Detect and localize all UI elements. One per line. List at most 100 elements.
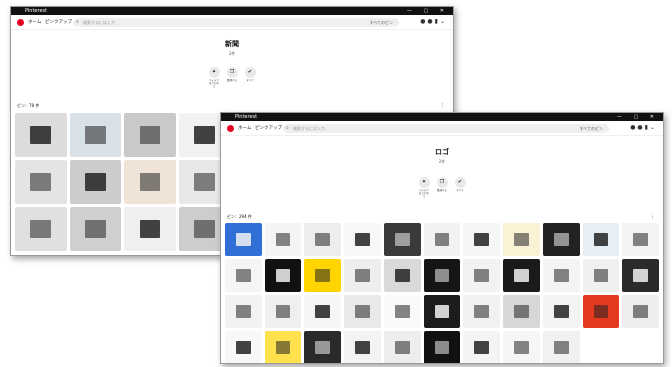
pin-tile[interactable]: [542, 295, 580, 328]
pin-tile[interactable]: [264, 223, 302, 256]
pin-tile[interactable]: [622, 295, 659, 328]
action-label: アイデアをさがそう: [418, 189, 429, 198]
pin-tile[interactable]: [344, 223, 381, 256]
pin-tile[interactable]: [503, 331, 540, 363]
pin-tile[interactable]: [582, 295, 620, 328]
pin-tile[interactable]: [225, 295, 262, 328]
pin-tile[interactable]: [463, 331, 501, 363]
pin-tile[interactable]: [304, 223, 342, 256]
pin-tile[interactable]: [304, 331, 342, 363]
filter-icon[interactable]: ⋮: [440, 103, 445, 109]
pinterest-logo-icon[interactable]: [17, 19, 24, 26]
pin-tile[interactable]: [463, 295, 501, 328]
pin-tile[interactable]: [225, 259, 262, 292]
pin-tile[interactable]: [503, 295, 540, 328]
action-all[interactable]: ✔ すべて: [244, 67, 256, 88]
pin-image-mark: [236, 304, 251, 319]
nav-icon-group[interactable]: ●●▮⌄: [630, 124, 657, 131]
pin-tile[interactable]: [15, 160, 67, 204]
window-controls[interactable]: — ▢ ✕: [407, 7, 449, 15]
board-title: ロゴ: [435, 148, 449, 156]
window-controls[interactable]: — ▢ ✕: [617, 113, 659, 121]
wand-icon: ✦: [208, 67, 220, 78]
pin-tile[interactable]: [463, 223, 501, 256]
pin-tile[interactable]: [124, 113, 176, 157]
layers-icon: ❐: [436, 177, 448, 188]
pin-tile[interactable]: [582, 259, 620, 292]
pin-image-mark: [593, 268, 609, 283]
pin-image-mark: [275, 304, 291, 319]
pin-tile[interactable]: [124, 207, 176, 251]
action-all[interactable]: ✔ すべて: [454, 177, 466, 198]
pin-image-mark: [355, 304, 370, 319]
pinterest-logo-icon[interactable]: [227, 125, 234, 132]
window-title: Pinterest: [235, 114, 258, 120]
pin-tile[interactable]: [264, 295, 302, 328]
filter-icon[interactable]: ⋮: [650, 214, 655, 220]
pin-tile[interactable]: [383, 259, 421, 292]
pin-tile[interactable]: [622, 223, 659, 256]
layers-icon: ❐: [226, 67, 238, 78]
action-label: すべて: [246, 79, 254, 82]
window-title: Pinterest: [25, 8, 48, 14]
pin-image-mark: [355, 340, 370, 355]
nav-icon-group[interactable]: ●●▮⌄: [420, 18, 447, 25]
action-ideas[interactable]: ✦ アイデアをさがそう: [208, 67, 220, 88]
pin-tile[interactable]: [69, 113, 122, 157]
pin-tile[interactable]: [423, 259, 461, 292]
pin-tile[interactable]: [15, 207, 67, 251]
pin-tile[interactable]: [304, 295, 342, 328]
pin-tile[interactable]: [69, 207, 122, 251]
action-label: アイデアをさがそう: [208, 79, 219, 88]
pin-tile[interactable]: [225, 223, 262, 256]
pin-tile[interactable]: [622, 259, 659, 292]
pin-tile[interactable]: [542, 259, 580, 292]
search-input[interactable]: ⌕ 検索するには入力 すべてのピン: [73, 18, 399, 27]
board-subtitle: 2件: [438, 159, 446, 164]
pin-tile[interactable]: [542, 223, 580, 256]
pin-grid: [225, 223, 659, 363]
pin-tile[interactable]: [383, 331, 421, 363]
pin-image-mark: [275, 340, 291, 355]
search-icon: ⌕: [76, 19, 79, 25]
pin-image-mark: [194, 220, 215, 238]
pin-tile[interactable]: [124, 160, 176, 204]
pin-count: ピン：294 件: [227, 214, 252, 219]
pin-tile[interactable]: [423, 223, 461, 256]
pin-tile[interactable]: [304, 259, 342, 292]
pin-tile[interactable]: [344, 331, 381, 363]
pin-tile[interactable]: [463, 259, 501, 292]
nav-today-link[interactable]: ピンクアップ: [255, 125, 282, 131]
pin-tile[interactable]: [423, 295, 461, 328]
pin-tile[interactable]: [264, 331, 302, 363]
pin-image-mark: [30, 126, 52, 144]
pin-image-mark: [194, 173, 215, 191]
nav-home-link[interactable]: ホーム: [28, 19, 41, 25]
pin-tile[interactable]: [383, 295, 421, 328]
pin-tile[interactable]: [344, 259, 381, 292]
pin-tile[interactable]: [423, 331, 461, 363]
pin-tile[interactable]: [264, 259, 302, 292]
pin-image-mark: [139, 220, 161, 238]
action-organize[interactable]: ❐ 整理する: [436, 177, 448, 198]
title-bar: Pinterest — ▢ ✕: [221, 113, 663, 121]
search-scope-dropdown[interactable]: すべてのピン: [369, 20, 393, 26]
pin-tile[interactable]: [582, 223, 620, 256]
pin-tile[interactable]: [503, 259, 540, 292]
pin-tile[interactable]: [542, 331, 580, 363]
search-scope-dropdown[interactable]: すべてのピン: [579, 126, 603, 132]
pin-tile[interactable]: [15, 113, 67, 157]
nav-today-link[interactable]: ピンクアップ: [45, 19, 72, 25]
pin-image-mark: [633, 232, 648, 247]
action-ideas[interactable]: ✦ アイデアをさがそう: [418, 177, 430, 198]
pin-tile[interactable]: [383, 223, 421, 256]
pin-tile[interactable]: [225, 331, 262, 363]
search-input[interactable]: ⌕ 検索するには入力 すべてのピン: [283, 124, 609, 133]
board-actions: ✦ アイデアをさがそう ❐ 整理する ✔ すべて: [221, 177, 663, 198]
pin-tile[interactable]: [344, 295, 381, 328]
pin-image-mark: [355, 232, 370, 247]
pin-tile[interactable]: [503, 223, 540, 256]
nav-home-link[interactable]: ホーム: [238, 125, 251, 131]
pin-tile[interactable]: [69, 160, 122, 204]
action-organize[interactable]: ❐ 整理する: [226, 67, 238, 88]
